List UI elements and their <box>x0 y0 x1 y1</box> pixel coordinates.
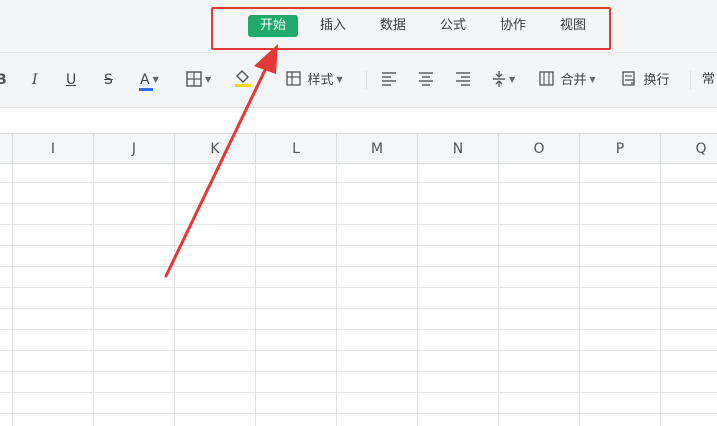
vertical-align-icon <box>493 71 505 87</box>
tab-collaborate[interactable]: 协作 <box>490 15 536 37</box>
chevron-down-icon: ▼ <box>152 75 159 84</box>
grid-row-line <box>0 266 717 267</box>
chevron-down-icon: ▼ <box>336 75 343 84</box>
tab-formula[interactable]: 公式 <box>430 15 476 37</box>
bold-button[interactable]: B <box>0 67 7 93</box>
table-style-icon <box>286 71 301 86</box>
strikethrough-button[interactable]: S <box>104 67 113 93</box>
grid-row-line <box>0 182 717 183</box>
align-left-icon <box>382 72 396 86</box>
column-header-q[interactable]: Q <box>660 134 717 163</box>
tab-home[interactable]: 开始 <box>248 15 298 37</box>
tab-view[interactable]: 视图 <box>550 15 596 37</box>
toolbar-divider <box>690 71 691 89</box>
font-color-button[interactable]: A ▼ <box>139 67 159 93</box>
column-header-j[interactable]: J <box>93 134 174 163</box>
grid-row-line <box>0 308 717 309</box>
chevron-down-icon: ▼ <box>589 75 596 84</box>
column-header-i[interactable]: I <box>12 134 93 163</box>
toolbar-divider <box>366 71 367 89</box>
fill-color-button[interactable] <box>234 67 252 93</box>
column-header-p[interactable]: P <box>579 134 660 163</box>
merge-button[interactable]: 合并 ▼ <box>539 67 596 93</box>
column-header-n[interactable]: N <box>417 134 498 163</box>
wrap-label: 换行 <box>643 73 670 88</box>
grid-row-line <box>0 413 717 414</box>
menu-bar: 开始 插入 数据 公式 协作 视图 <box>0 0 717 52</box>
tab-insert[interactable]: 插入 <box>310 15 356 37</box>
font-color-bar <box>139 88 153 91</box>
italic-button[interactable]: I <box>32 67 38 93</box>
align-left-button[interactable] <box>381 67 397 93</box>
wrap-text-icon <box>622 71 635 86</box>
formula-bar[interactable] <box>0 107 717 134</box>
wrap-text-button[interactable]: 换行 <box>622 67 669 93</box>
chevron-down-icon: ▼ <box>509 75 516 84</box>
formatting-toolbar: B I U S A ▼ ▼ 样式 ▼ ▼ 合并 ▼ 换行 常 <box>0 52 717 107</box>
align-center-icon <box>419 72 433 86</box>
align-center-button[interactable] <box>418 67 434 93</box>
grid-row-line <box>0 203 717 204</box>
column-header-row: I J K L M N O P Q <box>0 133 717 164</box>
underline-button[interactable]: U <box>66 67 76 93</box>
fill-bucket-icon <box>235 70 251 87</box>
column-header-o[interactable]: O <box>498 134 579 163</box>
grid-row-line <box>0 287 717 288</box>
border-button[interactable]: ▼ <box>186 67 211 93</box>
grid-row-line <box>0 224 717 225</box>
align-right-icon <box>456 72 470 86</box>
merge-cells-icon <box>539 71 554 86</box>
align-right-button[interactable] <box>455 67 471 93</box>
number-format-button[interactable]: 常 <box>702 67 715 93</box>
grid-row-line <box>0 350 717 351</box>
font-color-letter: A <box>140 72 150 88</box>
font-color-icon: A <box>139 67 153 93</box>
grid-row-line <box>0 329 717 330</box>
grid-row-line <box>0 371 717 372</box>
chevron-down-icon: ▼ <box>205 75 212 84</box>
tab-data[interactable]: 数据 <box>370 15 416 37</box>
merge-label: 合并 <box>560 73 587 88</box>
border-icon <box>186 71 202 87</box>
style-label: 样式 <box>307 73 334 88</box>
style-button[interactable]: 样式 ▼ <box>286 67 343 93</box>
column-header-m[interactable]: M <box>336 134 417 163</box>
column-header-l[interactable]: L <box>255 134 336 163</box>
grid-row-line <box>0 245 717 246</box>
grid-row-line <box>0 392 717 393</box>
cell-grid[interactable] <box>0 163 717 426</box>
vertical-align-button[interactable]: ▼ <box>492 67 515 93</box>
column-header-k[interactable]: K <box>174 134 255 163</box>
